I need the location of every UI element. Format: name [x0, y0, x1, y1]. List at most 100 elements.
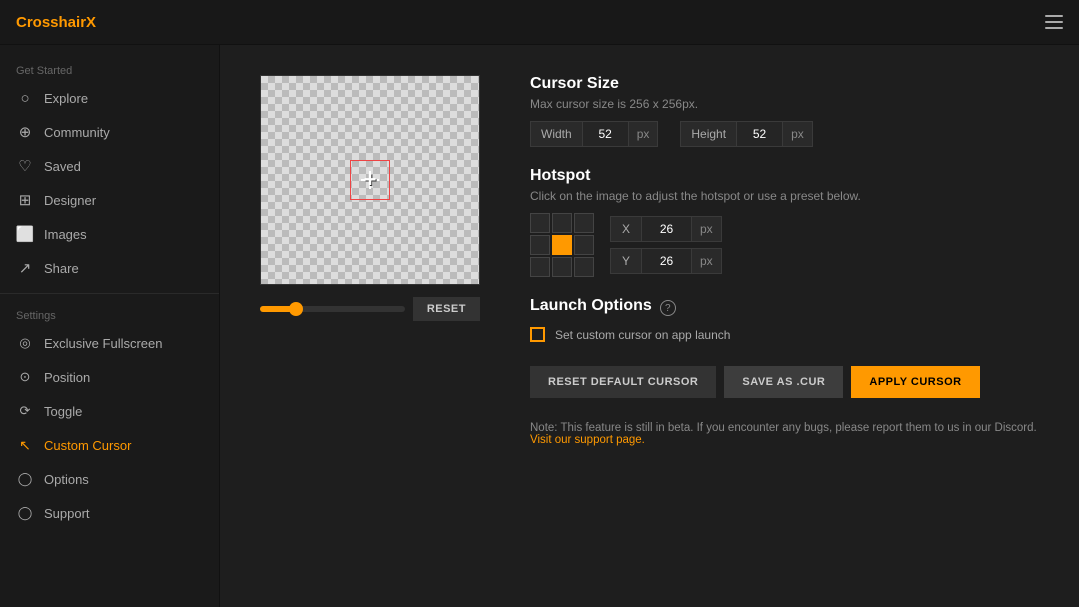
y-label: Y — [610, 248, 642, 274]
canvas-controls: RESET — [260, 297, 480, 321]
launch-checkbox[interactable] — [530, 327, 545, 342]
explore-icon: ○ — [16, 89, 34, 107]
sidebar-item-designer[interactable]: ⊞ Designer — [0, 183, 219, 217]
action-buttons: RESET DEFAULT CURSOR SAVE AS .CUR APPLY … — [530, 366, 1039, 398]
sidebar-item-saved-label: Saved — [44, 159, 81, 174]
sidebar-item-options[interactable]: ◯ Options — [0, 462, 219, 496]
exclusive-fullscreen-icon: ◎ — [16, 334, 34, 352]
hotspot-cell-4[interactable] — [552, 235, 572, 255]
hotspot-cell-8[interactable] — [574, 257, 594, 277]
images-icon: ⬜ — [16, 225, 34, 243]
sidebar-item-options-label: Options — [44, 472, 89, 487]
help-icon[interactable]: ? — [660, 300, 676, 316]
cursor-canvas[interactable] — [260, 75, 480, 285]
hotspot-title: Hotspot — [530, 167, 1039, 185]
width-input[interactable] — [583, 121, 629, 147]
cursor-size-title: Cursor Size — [530, 75, 1039, 93]
launch-options-section: Launch Options ? Set custom cursor on ap… — [530, 297, 1039, 342]
sidebar-item-images[interactable]: ⬜ Images — [0, 217, 219, 251]
hotspot-coords: X px Y px — [610, 216, 722, 274]
cursor-preview — [350, 160, 390, 200]
designer-icon: ⊞ — [16, 191, 34, 209]
hotspot-cell-3[interactable] — [530, 235, 550, 255]
hotspot-cell-7[interactable] — [552, 257, 572, 277]
sidebar-item-toggle[interactable]: ⟳ Toggle — [0, 394, 219, 428]
x-input[interactable] — [642, 216, 692, 242]
x-label: X — [610, 216, 642, 242]
hotspot-selector — [530, 213, 594, 277]
height-unit: px — [783, 121, 813, 147]
cursor-size-subtitle: Max cursor size is 256 x 256px. — [530, 97, 1039, 111]
sidebar-item-explore-label: Explore — [44, 91, 88, 106]
hotspot-section: Hotspot Click on the image to adjust the… — [530, 167, 1039, 277]
width-label: Width — [530, 121, 583, 147]
saved-icon: ♡ — [16, 157, 34, 175]
hotspot-cell-6[interactable] — [530, 257, 550, 277]
y-input[interactable] — [642, 248, 692, 274]
height-group: Height px — [680, 121, 812, 147]
hotspot-cell-1[interactable] — [552, 213, 572, 233]
custom-cursor-icon: ↖ — [16, 436, 34, 454]
position-icon: ⊙ — [16, 368, 34, 386]
reset-button[interactable]: RESET — [413, 297, 480, 321]
sidebar-item-share[interactable]: ↗ Share — [0, 251, 219, 285]
sidebar-item-community-label: Community — [44, 125, 110, 140]
y-unit: px — [692, 248, 722, 274]
options-icon: ◯ — [16, 470, 34, 488]
width-unit: px — [629, 121, 659, 147]
toggle-icon: ⟳ — [16, 402, 34, 420]
sidebar-item-designer-label: Designer — [44, 193, 96, 208]
sidebar-item-position-label: Position — [44, 370, 90, 385]
y-coord-row: Y px — [610, 248, 722, 274]
height-input[interactable] — [737, 121, 783, 147]
cursor-size-section: Cursor Size Max cursor size is 256 x 256… — [530, 75, 1039, 147]
save-as-cur-button[interactable]: SAVE AS .CUR — [724, 366, 843, 398]
app-title: CrosshairX — [16, 14, 96, 31]
app-title-text: Crosshair — [16, 14, 86, 31]
app-title-accent: X — [86, 14, 96, 31]
sidebar-item-images-label: Images — [44, 227, 87, 242]
reset-default-cursor-button[interactable]: RESET DEFAULT CURSOR — [530, 366, 716, 398]
zoom-slider[interactable] — [260, 306, 405, 312]
sidebar-item-support-label: Support — [44, 506, 90, 521]
community-icon: ⊕ — [16, 123, 34, 141]
settings-panel: Cursor Size Max cursor size is 256 x 256… — [530, 75, 1039, 577]
sidebar-item-support[interactable]: ◯ Support — [0, 496, 219, 530]
hotspot-subtitle: Click on the image to adjust the hotspot… — [530, 189, 1039, 203]
sidebar-item-community[interactable]: ⊕ Community — [0, 115, 219, 149]
support-link[interactable]: Visit our support page. — [530, 434, 645, 446]
sidebar-item-position[interactable]: ⊙ Position — [0, 360, 219, 394]
height-label: Height — [680, 121, 737, 147]
launch-checkbox-row: Set custom cursor on app launch — [530, 327, 1039, 342]
crosshair-icon — [359, 169, 381, 191]
launch-checkbox-label: Set custom cursor on app launch — [555, 328, 730, 342]
sidebar: Get Started ○ Explore ⊕ Community ♡ Save… — [0, 45, 220, 607]
x-unit: px — [692, 216, 722, 242]
get-started-label: Get Started — [0, 57, 219, 81]
support-icon: ◯ — [16, 504, 34, 522]
launch-options-title: Launch Options — [530, 297, 652, 315]
width-group: Width px — [530, 121, 658, 147]
sidebar-item-explore[interactable]: ○ Explore — [0, 81, 219, 115]
hotspot-cell-2[interactable] — [574, 213, 594, 233]
launch-header: Launch Options ? — [530, 297, 1039, 319]
main-layout: Get Started ○ Explore ⊕ Community ♡ Save… — [0, 45, 1079, 607]
apply-cursor-button[interactable]: APPLY CURSOR — [851, 366, 979, 398]
x-coord-row: X px — [610, 216, 722, 242]
hotspot-cell-0[interactable] — [530, 213, 550, 233]
settings-label: Settings — [0, 302, 219, 326]
hotspot-cell-5[interactable] — [574, 235, 594, 255]
titlebar: CrosshairX — [0, 0, 1079, 45]
sidebar-item-exclusive-fullscreen-label: Exclusive Fullscreen — [44, 336, 163, 351]
sidebar-item-exclusive-fullscreen[interactable]: ◎ Exclusive Fullscreen — [0, 326, 219, 360]
sidebar-item-saved[interactable]: ♡ Saved — [0, 149, 219, 183]
share-icon: ↗ — [16, 259, 34, 277]
note-content: Note: This feature is still in beta. If … — [530, 422, 1037, 434]
canvas-panel: RESET — [260, 75, 480, 577]
sidebar-item-share-label: Share — [44, 261, 79, 276]
menu-icon[interactable] — [1045, 15, 1063, 29]
content-area: RESET Cursor Size Max cursor size is 256… — [220, 45, 1079, 607]
size-row: Width px Height px — [530, 121, 1039, 147]
sidebar-item-custom-cursor[interactable]: ↖ Custom Cursor — [0, 428, 219, 462]
sidebar-item-custom-cursor-label: Custom Cursor — [44, 438, 131, 453]
